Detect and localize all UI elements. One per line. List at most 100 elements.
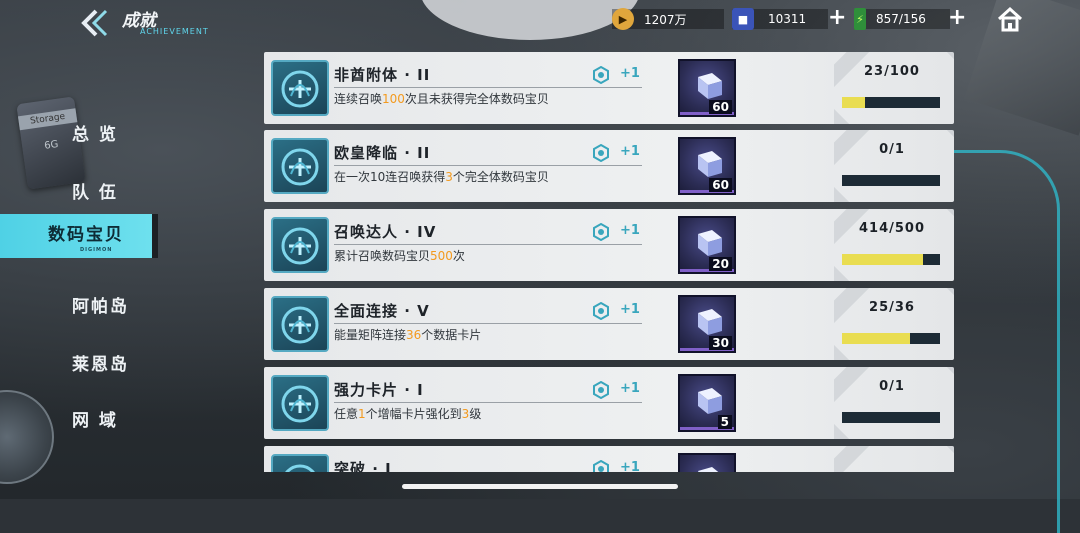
progress-fill [842, 254, 924, 265]
achievement-points-icon [593, 460, 609, 472]
achievement-points: +1 [620, 223, 640, 238]
divider [334, 165, 642, 166]
add-energy-button[interactable]: + [948, 7, 966, 29]
achievement-badge-icon [271, 454, 329, 472]
reward-item[interactable]: 60 [678, 59, 736, 117]
achievement-badge-icon [271, 296, 329, 352]
data-cube-icon [698, 230, 722, 256]
progress-text: 0/1 [879, 379, 905, 394]
energy-value: 857/156 [876, 12, 926, 26]
reward-quantity: 60 [709, 178, 732, 192]
back-button[interactable] [76, 8, 110, 37]
reward-item[interactable] [678, 453, 736, 472]
achievement-card[interactable]: 强力卡片 · I 任意1个增幅卡片强化到3级 +1 5 0/1 [264, 367, 954, 439]
achievement-description: 累计召唤数码宝贝500次 [334, 249, 465, 263]
reward-item[interactable]: 30 [678, 295, 736, 353]
sidebar-item-lane-island[interactable]: 莱恩岛 [72, 342, 232, 382]
achievement-description: 能量矩阵连接36个数据卡片 [334, 328, 482, 342]
achievement-points-icon [593, 381, 609, 399]
background-decoration [937, 150, 1060, 533]
sidebar-item-overview[interactable]: 总 览 [72, 112, 232, 152]
progress-fill [842, 333, 910, 344]
energy-resource: ⚡ 857/156 [854, 8, 926, 30]
back-chevron-icon [81, 9, 108, 37]
achievement-description: 任意1个增幅卡片强化到3级 [334, 407, 482, 421]
achievement-points: +1 [620, 66, 640, 81]
achievement-card[interactable]: 全面连接 · V 能量矩阵连接36个数据卡片 +1 30 25/36 [264, 288, 954, 360]
sidebar-item-team[interactable]: 队 伍 [72, 170, 232, 210]
data-cube-icon [698, 309, 722, 335]
divider [334, 323, 642, 324]
divider [334, 402, 642, 403]
achievement-list[interactable]: 非酋附体 · II 连续召唤100次且未获得完全体数码宝贝 +1 60 23/1… [264, 52, 954, 472]
reward-quantity: 30 [709, 336, 732, 350]
crystal-cube-icon: ■ [732, 8, 754, 30]
achievement-points: +1 [620, 460, 640, 472]
achievement-name: 全面连接 · V [334, 302, 430, 320]
achievement-points: +1 [620, 144, 640, 159]
achievement-name: 欧皇降临 · II [334, 144, 431, 162]
achievement-points-icon [593, 66, 609, 84]
progress-bar [842, 333, 940, 344]
reward-item[interactable]: 5 [678, 374, 736, 432]
achievement-name: 非酋附体 · II [334, 66, 431, 84]
progress-bar [842, 412, 940, 423]
achievement-badge-icon [271, 60, 329, 116]
achievement-card[interactable]: 欧皇降临 · II 在一次10连召唤获得3个完全体数码宝贝 +1 60 0/1 [264, 130, 954, 202]
sidebar-item-label: 网 域 [72, 410, 118, 431]
home-indicator[interactable] [402, 484, 678, 489]
card-decoration [834, 130, 954, 202]
sidebar-item-label: 莱恩岛 [72, 354, 129, 375]
achievement-description: 在一次10连召唤获得3个完全体数码宝贝 [334, 170, 549, 184]
sidebar-item-sublabel: DIGIMON [80, 246, 113, 253]
progress-text: 0/1 [879, 142, 905, 157]
sidebar-item-digimon[interactable]: 数码宝贝 DIGIMON [0, 214, 158, 258]
crystals-resource: ■ 10311 [732, 8, 806, 30]
coins-resource: ▶ 1207万 [612, 8, 687, 30]
achievement-badge-icon [271, 375, 329, 431]
crystals-value: 10311 [768, 12, 807, 26]
page-subtitle: ACHIEVEMENT [140, 27, 209, 36]
achievement-card[interactable]: 非酋附体 · II 连续召唤100次且未获得完全体数码宝贝 +1 60 23/1… [264, 52, 954, 124]
divider [334, 87, 642, 88]
achievement-badge-icon [271, 138, 329, 194]
sidebar-item-label: 队 伍 [72, 182, 118, 203]
data-cube-icon [698, 388, 722, 414]
sidebar-item-label: 数码宝贝 [48, 224, 124, 245]
progress-bar [842, 97, 940, 108]
home-button[interactable] [996, 6, 1024, 34]
reward-quantity: 20 [709, 257, 732, 271]
reward-item[interactable]: 20 [678, 216, 736, 274]
achievement-name: 强力卡片 · I [334, 381, 424, 399]
achievement-points-icon [593, 223, 609, 241]
data-cube-icon [698, 73, 722, 99]
top-bar: 成就 ACHIEVEMENT ▶ 1207万 ■ 10311 + ⚡ 857/1… [0, 0, 1080, 48]
achievement-points: +1 [620, 381, 640, 396]
coin-icon: ▶ [612, 8, 634, 30]
sidebar-item-label: 阿帕岛 [72, 296, 129, 317]
add-crystals-button[interactable]: + [828, 7, 846, 29]
achievement-description: 连续召唤100次且未获得完全体数码宝贝 [334, 92, 549, 106]
achievement-name: 召唤达人 · IV [334, 223, 437, 241]
data-cube-icon [698, 151, 722, 177]
reward-item[interactable]: 60 [678, 137, 736, 195]
progress-text: 23/100 [864, 64, 920, 79]
progress-text: 414/500 [858, 221, 926, 236]
achievement-name: 突破 · I [334, 460, 392, 472]
achievement-points-icon [593, 302, 609, 320]
reward-quantity: 5 [717, 415, 732, 429]
progress-bar [842, 175, 940, 186]
sidebar-item-label: 总 览 [72, 124, 118, 145]
home-icon [997, 6, 1023, 32]
achievement-points-icon [593, 144, 609, 162]
sidebar-item-network[interactable]: 网 域 [72, 398, 232, 438]
progress-fill [842, 97, 865, 108]
coins-value: 1207万 [644, 12, 687, 27]
card-decoration [834, 209, 954, 281]
achievement-card[interactable]: 突破 · I +1 [264, 446, 954, 472]
achievement-card[interactable]: 召唤达人 · IV 累计召唤数码宝贝500次 +1 20 414/500 [264, 209, 954, 281]
active-indicator [152, 214, 158, 258]
sidebar-item-apa-island[interactable]: 阿帕岛 [72, 284, 232, 324]
card-decoration [834, 288, 954, 360]
achievement-badge-icon [271, 217, 329, 273]
